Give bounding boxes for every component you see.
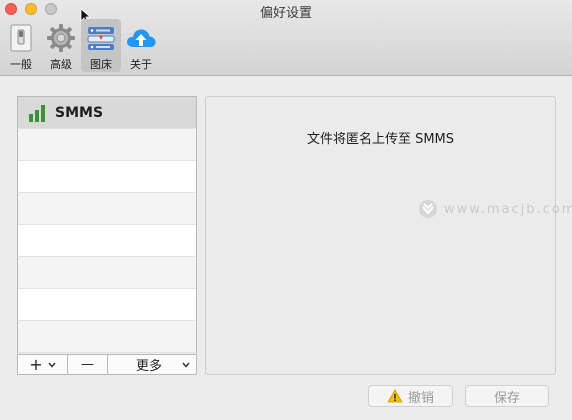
service-list[interactable]: SMMS — [17, 96, 197, 353]
service-item-smms[interactable]: SMMS — [18, 97, 196, 129]
remove-label: — — [81, 357, 94, 372]
general-switch-icon — [5, 22, 37, 53]
image-host-icon — [85, 22, 117, 53]
warning-icon — [387, 389, 403, 403]
chevron-down-icon — [182, 362, 190, 368]
add-service-button[interactable]: + — [18, 355, 68, 374]
list-item-empty — [18, 257, 196, 289]
toolbar-advanced-button[interactable]: 高级 — [41, 19, 81, 72]
revoke-button[interactable]: 撤销 — [368, 385, 453, 407]
toolbar-advanced-label: 高级 — [50, 58, 72, 71]
list-item-empty — [18, 225, 196, 257]
watermark-logo-icon — [419, 200, 437, 218]
toolbar-image-host-label: 图床 — [90, 58, 112, 71]
save-button[interactable]: 保存 — [465, 385, 549, 407]
list-item-empty — [18, 289, 196, 321]
add-label: + — [29, 355, 43, 374]
toolbar-about-button[interactable]: 关于 — [121, 19, 161, 72]
list-item-empty — [18, 129, 196, 161]
remove-service-button[interactable]: — — [68, 355, 108, 374]
service-item-label: SMMS — [55, 104, 104, 121]
toolbar: 偏好设置 一般 高级 图床 关于 — [0, 0, 572, 76]
toolbar-general-label: 一般 — [10, 58, 32, 71]
toolbar-general-button[interactable]: 一般 — [1, 19, 41, 72]
revoke-label: 撤销 — [407, 390, 434, 406]
list-controls: + — 更多 — [17, 354, 197, 375]
toolbar-image-host-button[interactable]: 图床 — [81, 19, 121, 72]
list-item-empty — [18, 161, 196, 193]
preferences-window: 偏好设置 一般 高级 图床 关于 SMMS + — 更多 文件将匿名上传至 SM… — [0, 0, 572, 420]
more-label: 更多 — [136, 359, 163, 374]
watermark: www.macjb.com — [418, 199, 572, 219]
signal-bars-icon — [29, 104, 45, 122]
save-label: 保存 — [493, 390, 520, 406]
toolbar-about-label: 关于 — [130, 58, 152, 71]
chevron-down-icon — [48, 362, 56, 368]
list-item-empty — [18, 193, 196, 225]
more-menu-button[interactable]: 更多 — [108, 355, 196, 374]
service-detail-panel: 文件将匿名上传至 SMMS — [205, 96, 556, 375]
watermark-text: www.macjb.com — [444, 201, 572, 217]
list-item-empty — [18, 321, 196, 353]
gear-icon — [45, 22, 77, 53]
cloud-upload-icon — [125, 22, 157, 53]
upload-info-text: 文件将匿名上传至 SMMS — [306, 132, 455, 147]
